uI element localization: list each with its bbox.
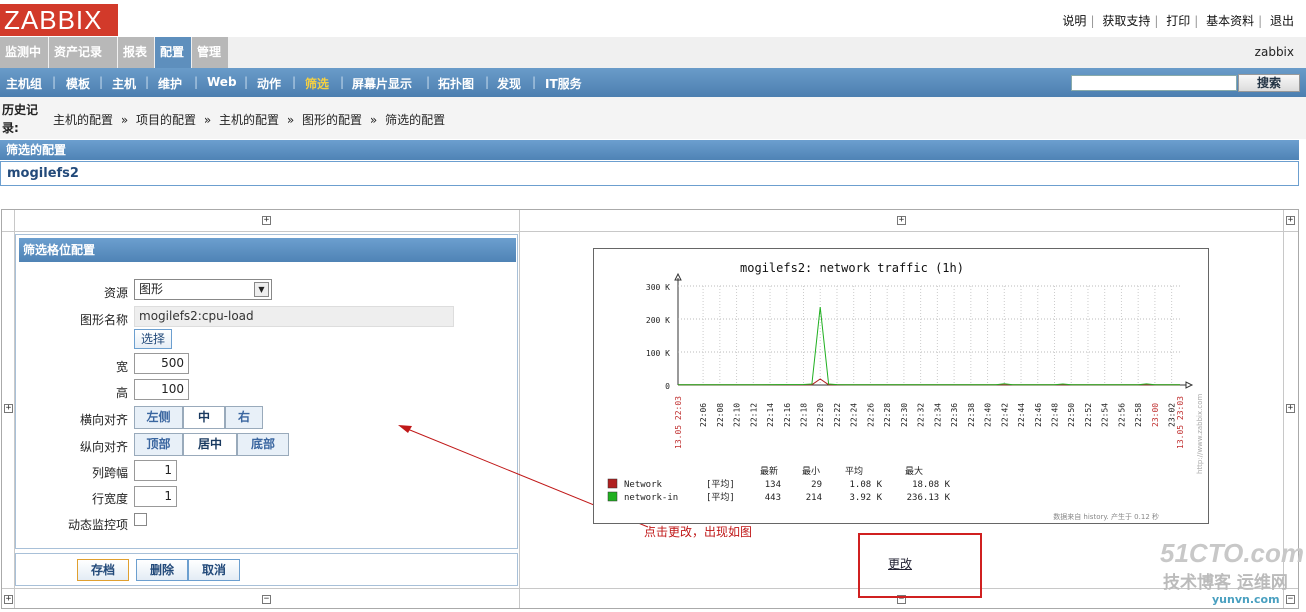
x-tick-label: 22:36 bbox=[950, 403, 959, 427]
legend-value: 236.13 K bbox=[907, 493, 951, 503]
x-tick-label: 22:24 bbox=[850, 403, 859, 427]
x-tick-label: 22:08 bbox=[716, 403, 725, 427]
highlight-box bbox=[858, 533, 982, 598]
x-tick-label: 22:38 bbox=[967, 403, 976, 427]
annotation-text: 点击更改，出现如图 bbox=[644, 525, 753, 539]
x-tick-label: 22:56 bbox=[1117, 403, 1126, 427]
x-tick-label: 22:50 bbox=[1067, 403, 1076, 427]
watermark-url: yunvn.com bbox=[1212, 593, 1280, 606]
x-tick-label: 22:26 bbox=[866, 403, 875, 427]
x-tick-label: 22:18 bbox=[800, 403, 809, 427]
x-tick-label: 22:40 bbox=[984, 403, 993, 427]
x-axis: 22:06 22:08 22:10 22:12 22:14 22:16 22:18 22:20… bbox=[674, 396, 1185, 449]
legend-value: [平均] bbox=[706, 491, 735, 503]
legend-swatch bbox=[607, 491, 618, 502]
y-tick-label: 100 K bbox=[646, 349, 670, 358]
y-tick-label: 200 K bbox=[646, 316, 670, 325]
chart-footer: 数据来自 history. 产生于 0.12 秒 bbox=[1053, 512, 1159, 521]
legend-value: [平均] bbox=[706, 478, 735, 490]
x-tick-label: 22:10 bbox=[733, 403, 742, 427]
legend-value: 29 bbox=[811, 480, 822, 490]
legend-value: 134 bbox=[765, 480, 781, 490]
x-tick-label: 22:54 bbox=[1101, 403, 1110, 427]
x-tick-label: 22:44 bbox=[1017, 403, 1026, 427]
chart-legend: 最新 最小 平均 最大 Network [平均] 134 29 1.08 K 18.08 K net… bbox=[607, 465, 951, 503]
x-tick-label: 22:46 bbox=[1034, 403, 1043, 427]
x-tick-label: 22:28 bbox=[883, 403, 892, 427]
legend-value: 3.92 K bbox=[849, 493, 882, 503]
network-traffic-chart: mogilefs2: network traffic (1h) 0 100 K 20… bbox=[607, 261, 1204, 521]
x-tick-label: 22:48 bbox=[1051, 403, 1060, 427]
legend-swatch bbox=[607, 478, 618, 489]
y-tick-label: 300 K bbox=[646, 283, 670, 292]
legend-value: 1.08 K bbox=[849, 480, 882, 490]
y-tick-label: 0 bbox=[665, 382, 670, 391]
legend-value: 18.08 K bbox=[912, 480, 951, 490]
x-tick-label: 22:52 bbox=[1084, 403, 1093, 427]
x-tick-label: 22:14 bbox=[766, 403, 775, 427]
x-tick-label: 22:32 bbox=[917, 403, 926, 427]
x-tick-label: 22:42 bbox=[1000, 403, 1009, 427]
x-tick-label: 22:30 bbox=[900, 403, 909, 427]
watermark-logo: 51CTO.com bbox=[1160, 538, 1305, 568]
x-tick-label: 23:00 bbox=[1151, 403, 1160, 427]
legend-header: 最小 bbox=[802, 466, 820, 477]
change-link[interactable]: 更改 bbox=[888, 555, 912, 572]
chart-title: mogilefs2: network traffic (1h) bbox=[740, 261, 964, 275]
legend-value: Network bbox=[624, 480, 663, 490]
legend-value: 443 bbox=[765, 493, 781, 503]
x-end-label: 13.05 23:03 bbox=[1176, 396, 1185, 449]
x-tick-label: 22:20 bbox=[816, 403, 825, 427]
x-tick-label: 22:34 bbox=[933, 403, 942, 427]
legend-value: network-in bbox=[624, 493, 678, 503]
chart-sidebar-url: http://www.zabbix.com bbox=[1196, 394, 1204, 474]
x-tick-label: 22:58 bbox=[1134, 403, 1143, 427]
x-tick-label: 22:16 bbox=[783, 403, 792, 427]
x-tick-label: 22:06 bbox=[699, 403, 708, 427]
x-tick-label: 22:22 bbox=[833, 403, 842, 427]
legend-header: 平均 bbox=[845, 465, 863, 477]
watermark-text: 技术博客 运维网 bbox=[1163, 573, 1288, 593]
x-axis-arrow bbox=[1185, 381, 1194, 389]
legend-header: 最新 bbox=[760, 465, 778, 477]
y-axis: 0 100 K 200 K 300 K bbox=[646, 283, 670, 391]
chart-grid bbox=[674, 272, 1194, 389]
x-start-label: 13.05 22:03 bbox=[674, 396, 683, 449]
x-tick-label: 22:12 bbox=[749, 403, 758, 427]
legend-value: 214 bbox=[806, 493, 822, 503]
legend-header: 最大 bbox=[905, 465, 923, 477]
graph-preview: mogilefs2: network traffic (1h) 0 100 K 20… bbox=[593, 248, 1209, 524]
